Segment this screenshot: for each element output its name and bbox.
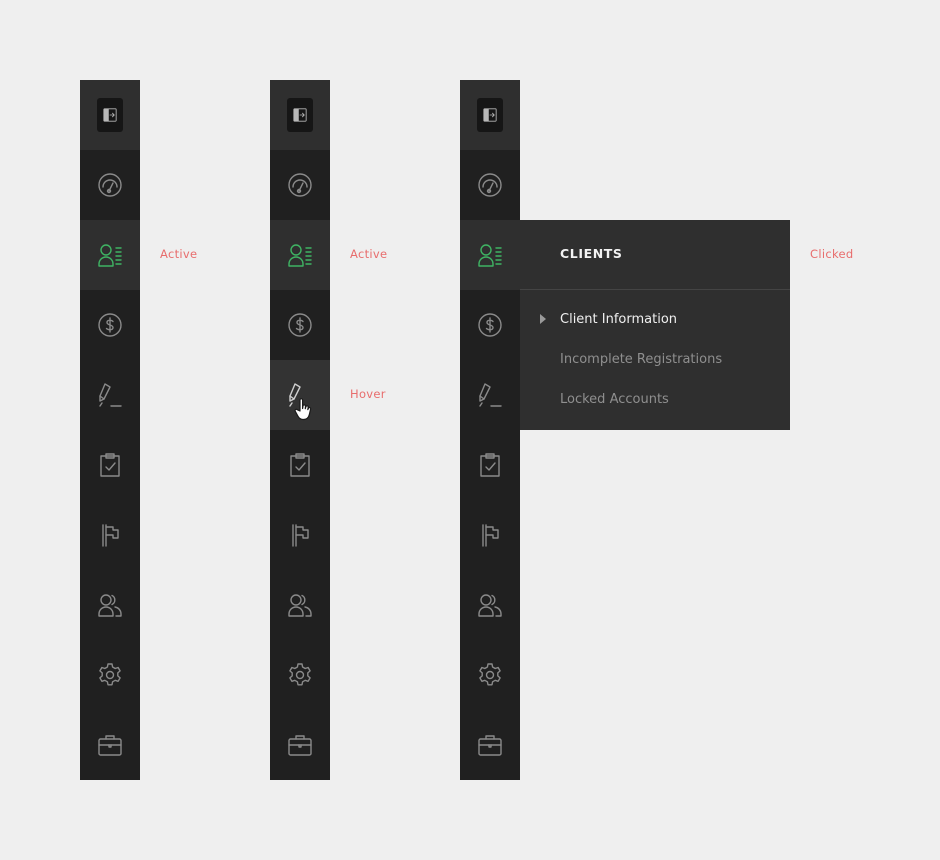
sidebar-item-tasks[interactable] xyxy=(270,430,330,500)
sidebar-item-groups[interactable] xyxy=(460,570,520,640)
clipboard-check-icon xyxy=(480,453,500,477)
panel-toggle-icon xyxy=(287,98,313,132)
sidebar-item-dashboard[interactable] xyxy=(80,150,140,220)
sidebar-item-tasks[interactable] xyxy=(460,430,520,500)
sidebar-item-portfolio[interactable] xyxy=(80,710,140,780)
flag-icon xyxy=(102,524,119,547)
users-icon xyxy=(98,594,122,617)
clients-flyout-menu: CLIENTS Client Information Incomplete Re… xyxy=(520,220,790,430)
sidebar-hover-state xyxy=(270,80,330,780)
flag-icon xyxy=(292,524,309,547)
users-icon xyxy=(478,594,502,617)
sidebar-toggle-button[interactable] xyxy=(270,80,330,150)
dollar-icon xyxy=(98,313,122,337)
sidebar-item-edit[interactable] xyxy=(460,360,520,430)
sidebar-clicked-state xyxy=(460,80,520,780)
sidebar-item-settings[interactable] xyxy=(270,640,330,710)
sidebar-item-settings[interactable] xyxy=(80,640,140,710)
flag-icon xyxy=(482,524,499,547)
clients-icon xyxy=(478,244,502,267)
caret-right-icon xyxy=(540,314,546,324)
pen-edit-icon xyxy=(479,383,502,407)
submenu-item-locked-accounts[interactable]: Locked Accounts xyxy=(560,392,669,407)
dashboard-gauge-icon xyxy=(288,173,312,197)
dashboard-gauge-icon xyxy=(98,173,122,197)
panel-toggle-icon xyxy=(97,98,123,132)
clipboard-check-icon xyxy=(290,453,310,477)
sidebar-item-billing[interactable] xyxy=(270,290,330,360)
state-label-clicked: Clicked xyxy=(810,247,854,261)
state-label-active: Active xyxy=(350,247,388,261)
submenu-item-client-information[interactable]: Client Information xyxy=(560,312,677,327)
panel-toggle-icon xyxy=(477,98,503,132)
sidebar-item-settings[interactable] xyxy=(460,640,520,710)
state-label-hover: Hover xyxy=(350,387,386,401)
flyout-header: CLIENTS xyxy=(520,220,790,290)
sidebar-item-groups[interactable] xyxy=(80,570,140,640)
sidebar-item-edit[interactable] xyxy=(80,360,140,430)
sidebar-item-edit[interactable] xyxy=(270,360,330,430)
submenu-item-incomplete-registrations[interactable]: Incomplete Registrations xyxy=(560,352,722,367)
sidebar-item-flags[interactable] xyxy=(270,500,330,570)
users-icon xyxy=(288,594,312,617)
hand-cursor-icon xyxy=(294,398,312,421)
state-label-active: Active xyxy=(160,247,198,261)
clipboard-check-icon xyxy=(100,453,120,477)
sidebar-item-billing[interactable] xyxy=(460,290,520,360)
sidebar-item-portfolio[interactable] xyxy=(460,710,520,780)
gear-icon xyxy=(479,663,501,686)
clients-icon xyxy=(288,244,312,267)
sidebar-item-portfolio[interactable] xyxy=(270,710,330,780)
sidebar-item-flags[interactable] xyxy=(460,500,520,570)
briefcase-icon xyxy=(288,735,312,756)
dollar-icon xyxy=(288,313,312,337)
flyout-title: CLIENTS xyxy=(560,246,623,261)
dollar-icon xyxy=(478,313,502,337)
briefcase-icon xyxy=(98,735,122,756)
sidebar-item-groups[interactable] xyxy=(270,570,330,640)
clients-icon xyxy=(98,244,122,267)
sidebar-item-clients[interactable] xyxy=(460,220,520,290)
sidebar-item-clients[interactable] xyxy=(270,220,330,290)
sidebar-toggle-button[interactable] xyxy=(460,80,520,150)
gear-icon xyxy=(99,663,121,686)
pen-edit-icon xyxy=(99,383,122,407)
sidebar-item-tasks[interactable] xyxy=(80,430,140,500)
sidebar-default xyxy=(80,80,140,780)
sidebar-item-dashboard[interactable] xyxy=(460,150,520,220)
sidebar-item-billing[interactable] xyxy=(80,290,140,360)
sidebar-item-flags[interactable] xyxy=(80,500,140,570)
sidebar-item-dashboard[interactable] xyxy=(270,150,330,220)
dashboard-gauge-icon xyxy=(478,173,502,197)
gear-icon xyxy=(289,663,311,686)
sidebar-toggle-button[interactable] xyxy=(80,80,140,150)
sidebar-item-clients[interactable] xyxy=(80,220,140,290)
briefcase-icon xyxy=(478,735,502,756)
